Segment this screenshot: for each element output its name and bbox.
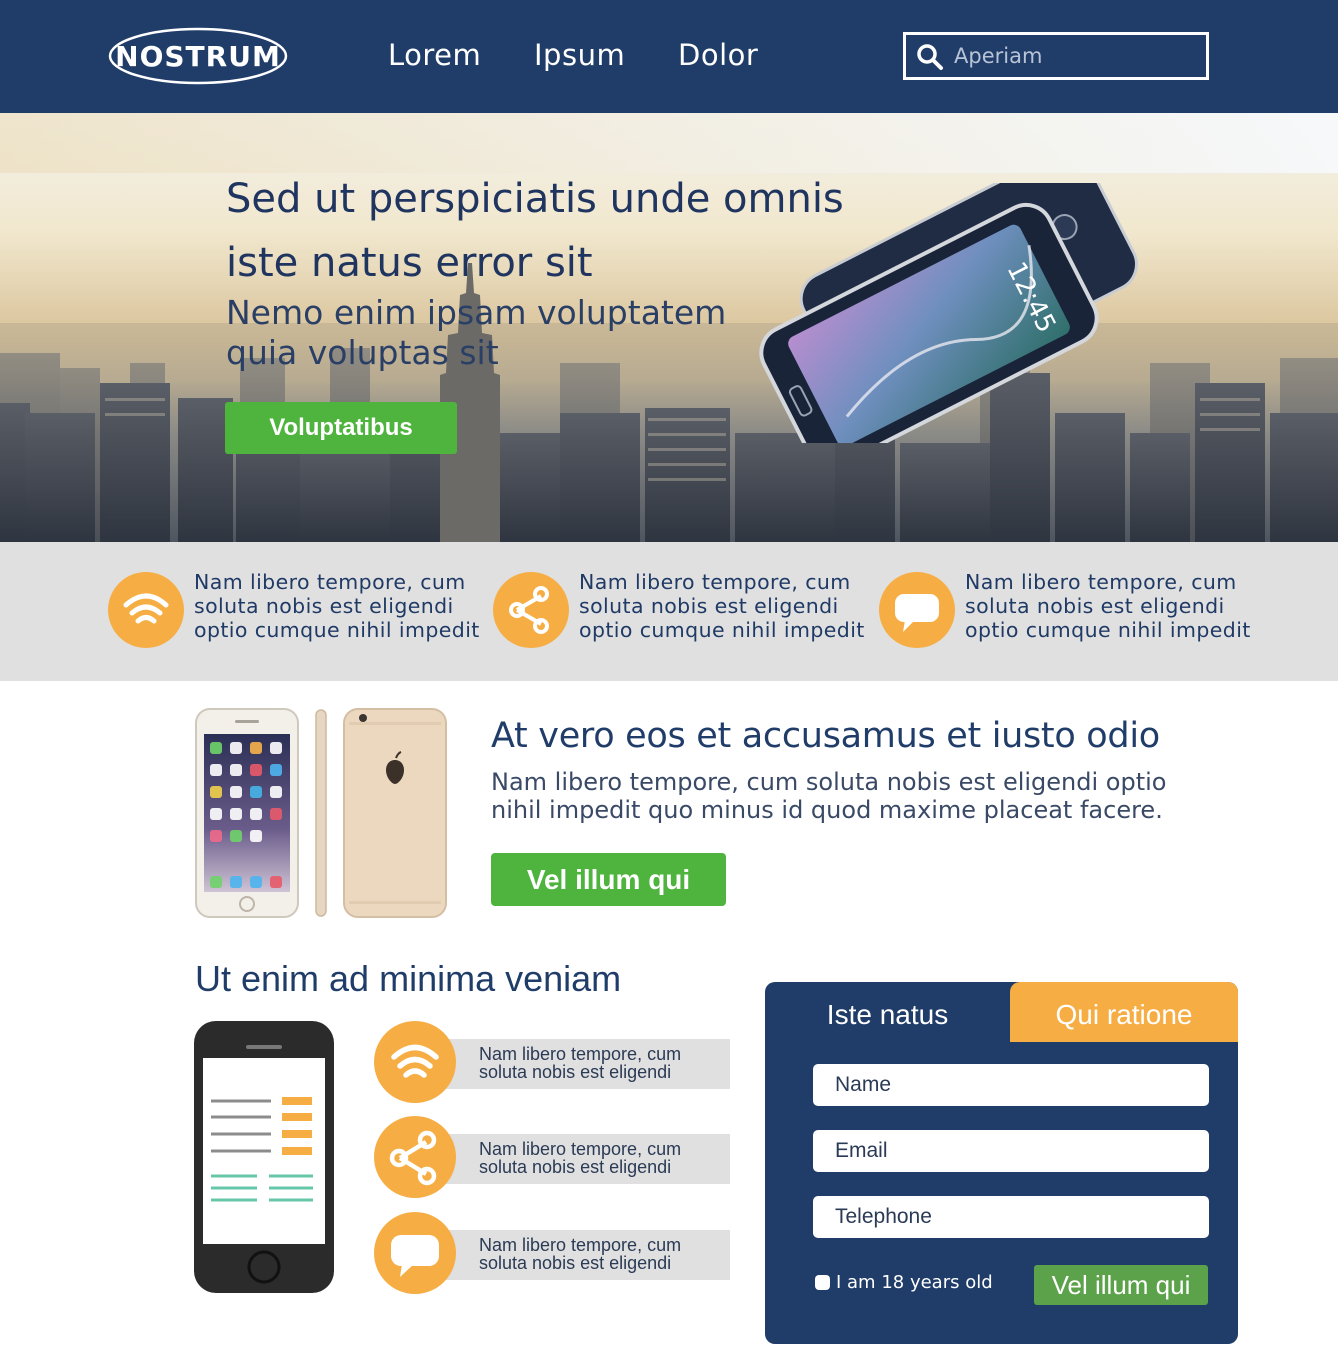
email-field[interactable] <box>813 1130 1209 1172</box>
chat-icon <box>374 1212 456 1294</box>
nostrum-logo[interactable]: NOSTRUM <box>106 25 290 87</box>
product-title: At vero eos et accusamus et iusto odio <box>491 716 1160 756</box>
info-row-text: Nam libero tempore, cum soluta nobis est… <box>479 1235 682 1273</box>
hero-banner: Sed ut perspiciatis unde omnis iste natu… <box>0 113 1338 542</box>
feature-item-chat: Nam libero tempore, cum soluta nobis est… <box>879 570 1259 650</box>
feature-text: Nam libero tempore, cum soluta nobis est… <box>965 570 1251 642</box>
info-row-share: Nam libero tempore, cum soluta nobis est… <box>374 1116 730 1198</box>
telephone-field[interactable] <box>813 1196 1209 1238</box>
feature-text: Nam libero tempore, cum soluta nobis est… <box>194 570 480 642</box>
form-submit-button[interactable]: Vel illum qui <box>1034 1265 1208 1305</box>
age-checkbox-text: I am 18 years old <box>836 1272 993 1293</box>
signup-form-panel: Iste natus Qui ratione I am 18 years old… <box>765 982 1238 1344</box>
top-header: NOSTRUM Lorem Ipsum Dolor <box>0 0 1338 113</box>
phone-mockup-illustration <box>194 1021 334 1293</box>
hero-subtitle: Nemo enim ipsam voluptatem quia voluptas… <box>226 293 727 372</box>
iphone-side-image <box>315 709 327 917</box>
wifi-icon <box>374 1021 456 1103</box>
feature-item-share: Nam libero tempore, cum soluta nobis est… <box>493 570 873 650</box>
share-icon <box>493 572 569 648</box>
info-row-text: Nam libero tempore, cum soluta nobis est… <box>479 1139 682 1177</box>
info-row-chat: Nam libero tempore, cum soluta nobis est… <box>374 1212 730 1294</box>
age-checkbox-label[interactable]: I am 18 years old <box>815 1272 993 1293</box>
name-field[interactable] <box>813 1064 1209 1106</box>
product-cta-button[interactable]: Vel illum qui <box>491 853 726 906</box>
iphone-back-image <box>343 708 447 918</box>
tab-qui-ratione[interactable]: Qui ratione <box>1010 982 1238 1042</box>
nav-link-ipsum[interactable]: Ipsum <box>534 38 625 72</box>
product-description: Nam libero tempore, cum soluta nobis est… <box>491 768 1167 824</box>
galaxy-phone-image: 12:45 <box>759 183 1138 443</box>
hero-cta-button[interactable]: Voluptatibus <box>225 402 457 454</box>
feature-item-wifi: Nam libero tempore, cum soluta nobis est… <box>108 570 488 650</box>
nav-link-dolor[interactable]: Dolor <box>678 38 758 72</box>
age-checkbox[interactable] <box>815 1275 830 1290</box>
feature-text: Nam libero tempore, cum soluta nobis est… <box>579 570 865 642</box>
wifi-icon <box>108 572 184 648</box>
info-row-text: Nam libero tempore, cum soluta nobis est… <box>479 1044 682 1082</box>
info-row-wifi: Nam libero tempore, cum soluta nobis est… <box>374 1021 730 1103</box>
share-icon <box>374 1116 456 1198</box>
tab-iste-natus[interactable]: Iste natus <box>765 982 1010 1042</box>
nav-link-lorem[interactable]: Lorem <box>388 38 481 72</box>
section-title: Ut enim ad minima veniam <box>195 958 622 999</box>
search-input[interactable] <box>954 41 1194 71</box>
feature-strip: Nam libero tempore, cum soluta nobis est… <box>0 542 1338 681</box>
search-box <box>903 32 1209 80</box>
search-icon[interactable] <box>916 43 944 71</box>
iphone-front-image <box>195 708 299 918</box>
chat-icon <box>879 572 955 648</box>
svg-text:NOSTRUM: NOSTRUM <box>115 40 281 73</box>
